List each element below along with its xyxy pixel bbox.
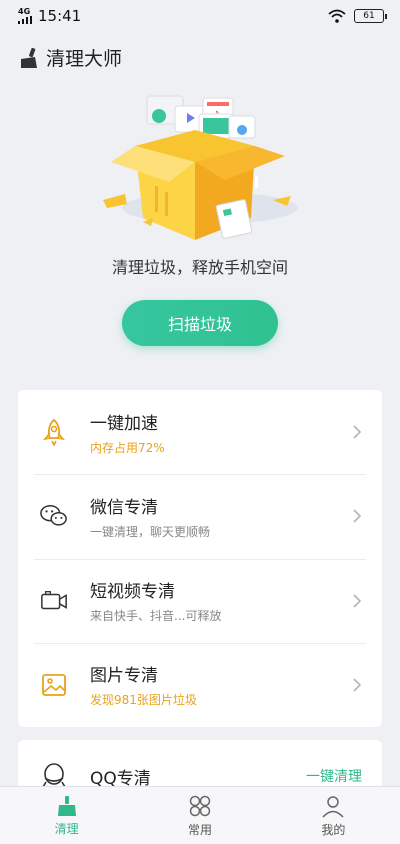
bottom-tab-bar: 清理 常用 我的 [0, 786, 400, 844]
scan-junk-button[interactable]: 扫描垃圾 [122, 300, 278, 346]
chevron-right-icon [353, 594, 362, 608]
video-camera-icon [40, 587, 68, 615]
feature-title: 短视频专清 [90, 582, 175, 603]
grid-icon [189, 795, 211, 816]
broom-icon [57, 795, 76, 816]
app-title: 清理大师 [46, 48, 123, 70]
wifi-icon [328, 9, 346, 23]
feature-text: 微信专清 一键清理，聊天更顺畅 [90, 493, 352, 540]
status-bar: 4G 15:41 61 [0, 0, 400, 32]
qq-row: QQ专清 一键清理 [18, 740, 382, 790]
tab-label: 我的 [321, 822, 346, 837]
feature-text: 一键加速 内存占用72% [90, 409, 352, 456]
tab-mine[interactable]: 我的 [267, 787, 400, 844]
feature-text: 短视频专清 来自快手、抖音...可释放 [90, 577, 352, 624]
status-right: 61 [328, 9, 387, 23]
user-icon [322, 795, 344, 818]
feature-subtitle: 发现981张图片垃圾 [90, 693, 197, 708]
feature-subtitle: 一键清理，聊天更顺畅 [90, 524, 211, 539]
network-indicator: 4G [18, 8, 32, 24]
tab-clean[interactable]: 清理 [0, 787, 133, 844]
qq-title: QQ专清 [90, 768, 151, 789]
feature-item-speed-up[interactable]: 一键加速 内存占用72% [18, 390, 382, 474]
feature-text: 图片专清 发现981张图片垃圾 [90, 661, 352, 708]
feature-title: 图片专清 [90, 666, 158, 687]
feature-item-wechat-clean[interactable]: 微信专清 一键清理，聊天更顺畅 [18, 474, 382, 558]
hero-box-illustration: ♪ [103, 95, 298, 240]
signal-icon [18, 16, 32, 24]
chevron-right-icon [353, 678, 362, 692]
tab-label: 清理 [54, 821, 79, 836]
hero-tagline: 清理垃圾，释放手机空间 [111, 258, 288, 277]
network-type: 4G [18, 7, 31, 16]
qq-clean-action[interactable]: 一键清理 [306, 766, 362, 786]
feature-item-short-video-clean[interactable]: 短视频专清 来自快手、抖音...可释放 [18, 558, 382, 643]
app-header: 清理大师 [18, 44, 122, 71]
battery-level: 61 [363, 11, 375, 21]
feature-list-card: 一键加速 内存占用72% 微信专清 一键清理，聊天更顺畅 短视频专清 来自快手、… [18, 390, 382, 727]
broom-icon [21, 47, 37, 68]
tab-common[interactable]: 常用 [133, 787, 266, 844]
feature-title: 微信专清 [90, 497, 158, 518]
feature-subtitle: 内存占用72% [90, 440, 165, 455]
image-icon [40, 671, 68, 699]
feature-item-photo-clean[interactable]: 图片专清 发现981张图片垃圾 [18, 642, 382, 727]
battery-icon: 61 [354, 9, 387, 23]
rocket-icon [40, 418, 68, 447]
status-time: 15:41 [38, 7, 82, 25]
chevron-right-icon [353, 509, 362, 523]
status-left: 4G 15:41 [18, 7, 81, 25]
feature-title: 一键加速 [90, 413, 158, 434]
chevron-right-icon [353, 425, 362, 439]
wechat-icon [40, 502, 68, 530]
feature-subtitle: 来自快手、抖音...可释放 [90, 609, 222, 624]
tab-label: 常用 [187, 822, 212, 837]
